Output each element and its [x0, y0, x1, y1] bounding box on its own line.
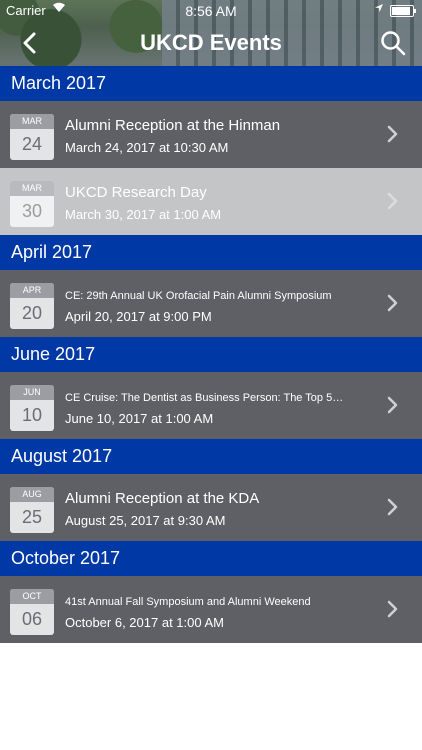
events-list: March 2017 MAR 24 Alumni Reception at th…	[0, 66, 422, 643]
calendar-day: 10	[21, 405, 43, 425]
clock: 8:56 AM	[185, 3, 237, 19]
calendar-month: OCT	[10, 589, 54, 604]
month-header: June 2017	[0, 337, 422, 372]
calendar-badge: MAR 24	[10, 114, 54, 160]
event-title: UKCD Research Day	[65, 184, 207, 201]
event-row[interactable]: APR 20 CE: 29th Annual UK Orofacial Pain…	[0, 270, 422, 337]
month-header: August 2017	[0, 439, 422, 474]
calendar-badge: APR 20	[10, 283, 54, 329]
event-row[interactable]: AUG 25 Alumni Reception at the KDA Augus…	[0, 474, 422, 541]
location-arrow-icon	[374, 2, 384, 16]
event-date: April 20, 2017 at 9:00 PM	[65, 309, 212, 324]
calendar-day: 30	[21, 201, 43, 221]
calendar-badge: AUG 25	[10, 487, 54, 533]
event-title: CE Cruise: The Dentist as Business Perso…	[65, 392, 344, 404]
chevron-right-icon	[386, 600, 398, 618]
calendar-month: JUN	[10, 385, 54, 400]
calendar-day: 25	[21, 507, 43, 527]
calendar-day: 06	[21, 609, 43, 629]
event-title: CE: 29th Annual UK Orofacial Pain Alumni…	[65, 290, 332, 302]
calendar-month: MAR	[10, 114, 54, 129]
calendar-badge: OCT 06	[10, 589, 54, 635]
month-header: October 2017	[0, 541, 422, 576]
chevron-right-icon	[386, 125, 398, 143]
event-date: June 10, 2017 at 1:00 AM	[65, 411, 214, 426]
page-title: UKCD Events	[140, 30, 282, 55]
event-row[interactable]: JUN 10 CE Cruise: The Dentist as Busines…	[0, 372, 422, 439]
calendar-day: 24	[21, 134, 43, 154]
calendar-badge: MAR 30	[10, 181, 54, 227]
calendar-month: APR	[10, 283, 54, 298]
event-title: 41st Annual Fall Symposium and Alumni We…	[65, 596, 311, 608]
status-bar: Carrier 8:56 AM	[0, 0, 422, 20]
event-row[interactable]: OCT 06 41st Annual Fall Symposium and Al…	[0, 576, 422, 643]
calendar-month: MAR	[10, 181, 54, 196]
event-title: Alumni Reception at the KDA	[65, 490, 260, 507]
month-header: April 2017	[0, 235, 422, 270]
calendar-day: 20	[21, 303, 43, 323]
event-date: March 30, 2017 at 1:00 AM	[65, 207, 222, 222]
event-title: Alumni Reception at the Hinman	[65, 117, 281, 134]
search-icon[interactable]	[380, 30, 406, 56]
event-date: August 25, 2017 at 9:30 AM	[65, 513, 226, 528]
month-header: March 2017	[0, 66, 422, 101]
battery-icon	[390, 5, 416, 17]
calendar-badge: JUN 10	[10, 385, 54, 431]
nav-header: Carrier 8:56 AM UKCD Events	[0, 0, 422, 66]
calendar-month: AUG	[10, 487, 54, 502]
event-row[interactable]: MAR 30 UKCD Research Day March 30, 2017 …	[0, 168, 422, 235]
chevron-right-icon	[386, 396, 398, 414]
chevron-right-icon	[386, 192, 398, 210]
event-row[interactable]: MAR 24 Alumni Reception at the Hinman Ma…	[0, 101, 422, 168]
event-date: October 6, 2017 at 1:00 AM	[65, 615, 224, 630]
chevron-right-icon	[386, 294, 398, 312]
event-date: March 24, 2017 at 10:30 AM	[65, 140, 229, 155]
chevron-right-icon	[386, 498, 398, 516]
